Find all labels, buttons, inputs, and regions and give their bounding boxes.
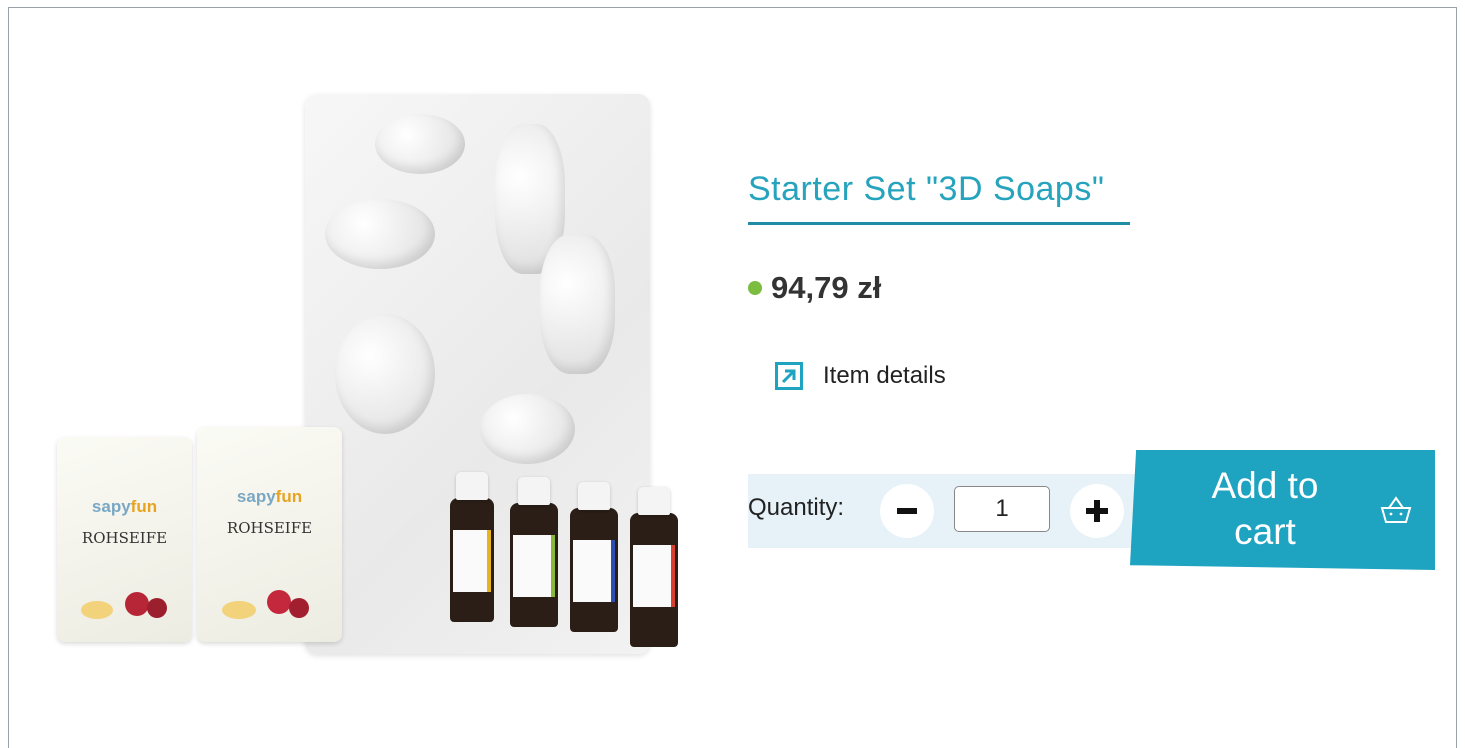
quantity-increase-button[interactable]	[1070, 484, 1124, 538]
minus-icon	[897, 508, 917, 514]
soap-block: sapyfun ROHSEIFE	[197, 427, 342, 642]
fragrance-bottle	[570, 482, 618, 632]
basket-icon	[1380, 496, 1412, 523]
add-to-cart-label: Add to cart	[1211, 465, 1319, 552]
fragrance-bottle	[450, 472, 494, 622]
plus-icon	[1086, 500, 1108, 522]
item-details-link[interactable]: Item details	[775, 362, 946, 390]
fragrance-bottle	[510, 477, 558, 627]
item-details-label: Item details	[823, 362, 946, 389]
fragrance-bottle	[630, 487, 678, 647]
product-title[interactable]: Starter Set "3D Soaps"	[748, 170, 1104, 209]
product-image[interactable]: sapyfun ROHSEIFE sapyfun ROHSEIFE	[55, 92, 705, 672]
quantity-label: Quantity:	[748, 494, 845, 521]
quantity-decrease-button[interactable]	[880, 484, 934, 538]
soap-block: sapyfun ROHSEIFE	[57, 437, 192, 642]
stock-status-dot	[748, 281, 762, 295]
price-row: 94,79 zł	[748, 270, 881, 306]
product-price: 94,79 zł	[771, 270, 882, 305]
external-arrow-icon	[775, 362, 803, 390]
title-underline	[748, 222, 1130, 225]
quantity-input[interactable]	[954, 486, 1050, 532]
